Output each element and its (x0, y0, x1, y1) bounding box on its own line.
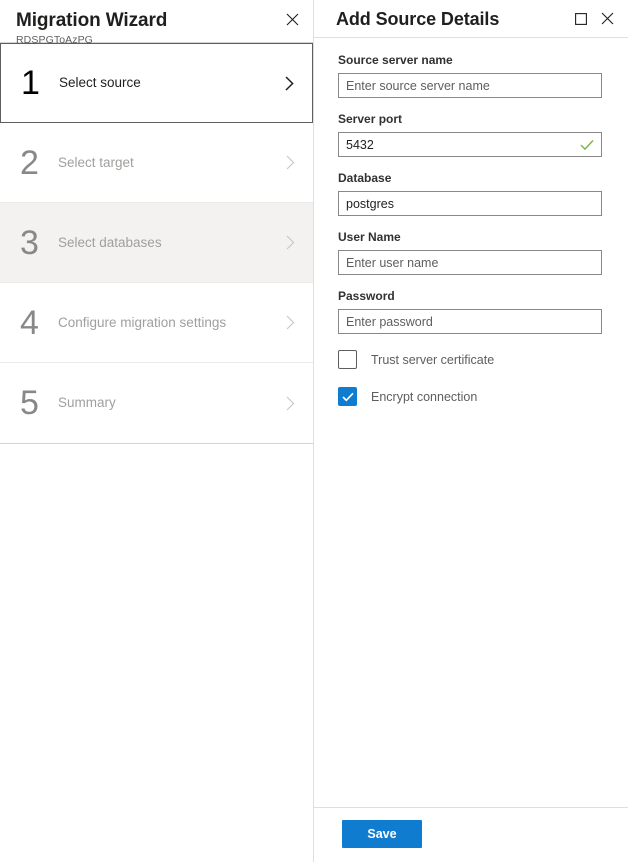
step-label: Select source (59, 74, 280, 92)
text-input[interactable] (339, 74, 601, 97)
checkbox-unchecked-icon[interactable] (338, 350, 357, 369)
checkbox-label: Encrypt connection (371, 389, 477, 405)
step-number: 3 (16, 224, 58, 262)
left-panel-filler (0, 444, 313, 862)
chevron-right-icon (281, 315, 299, 330)
save-button[interactable]: Save (342, 820, 422, 848)
input-wrapper (338, 250, 602, 275)
close-icon[interactable] (594, 6, 620, 32)
text-input[interactable] (339, 133, 601, 156)
checkbox-row[interactable]: Encrypt connection (338, 387, 602, 406)
field-label: User Name (338, 229, 602, 245)
wizard-step-5[interactable]: 5Summary (0, 363, 313, 443)
text-input[interactable] (339, 192, 601, 215)
checkbox-row[interactable]: Trust server certificate (338, 350, 602, 369)
wizard-step-2[interactable]: 2Select target (0, 123, 313, 203)
form-field: Database (338, 170, 602, 216)
form-field: Source server name (338, 52, 602, 98)
step-number: 2 (16, 144, 58, 182)
wizard-step-3[interactable]: 3Select databases (0, 203, 313, 283)
chevron-right-icon (281, 396, 299, 411)
checkbox-checked-icon[interactable] (338, 387, 357, 406)
input-wrapper (338, 191, 602, 216)
chevron-right-icon (280, 76, 298, 91)
step-number: 5 (16, 384, 58, 422)
field-label: Database (338, 170, 602, 186)
chevron-right-icon (281, 235, 299, 250)
page-title: Migration Wizard (16, 10, 297, 32)
detail-footer: Save (314, 807, 628, 862)
step-number: 1 (17, 64, 59, 102)
step-label: Configure migration settings (58, 314, 281, 332)
detail-panel: Add Source Details Source server name Ser… (314, 0, 628, 862)
step-label: Summary (58, 394, 281, 412)
checkbox-label: Trust server certificate (371, 352, 494, 368)
step-label: Select target (58, 154, 281, 172)
valid-checkmark-icon (580, 139, 594, 150)
form-field: User Name (338, 229, 602, 275)
maximize-icon[interactable] (568, 6, 594, 32)
wizard-left-panel: Migration Wizard RDSPGToAzPG 1Select sou… (0, 0, 314, 862)
form-field: Password (338, 288, 602, 334)
chevron-right-icon (281, 155, 299, 170)
detail-header: Add Source Details (314, 0, 628, 37)
wizard-step-1[interactable]: 1Select source (0, 43, 313, 123)
wizard-header: Migration Wizard RDSPGToAzPG (0, 0, 313, 42)
input-wrapper (338, 73, 602, 98)
text-input[interactable] (339, 251, 601, 274)
close-icon[interactable] (279, 6, 305, 32)
field-label: Source server name (338, 52, 602, 68)
input-wrapper (338, 309, 602, 334)
migration-wizard-window: Migration Wizard RDSPGToAzPG 1Select sou… (0, 0, 628, 862)
input-wrapper (338, 132, 602, 157)
wizard-steps-list: 1Select source2Select target3Select data… (0, 42, 313, 444)
source-details-form: Source server name Server port Database Use… (314, 38, 628, 807)
step-label: Select databases (58, 234, 281, 252)
field-label: Server port (338, 111, 602, 127)
step-number: 4 (16, 304, 58, 342)
wizard-step-4[interactable]: 4Configure migration settings (0, 283, 313, 363)
form-field: Server port (338, 111, 602, 157)
text-input[interactable] (339, 310, 601, 333)
detail-panel-title: Add Source Details (336, 8, 568, 30)
field-label: Password (338, 288, 602, 304)
